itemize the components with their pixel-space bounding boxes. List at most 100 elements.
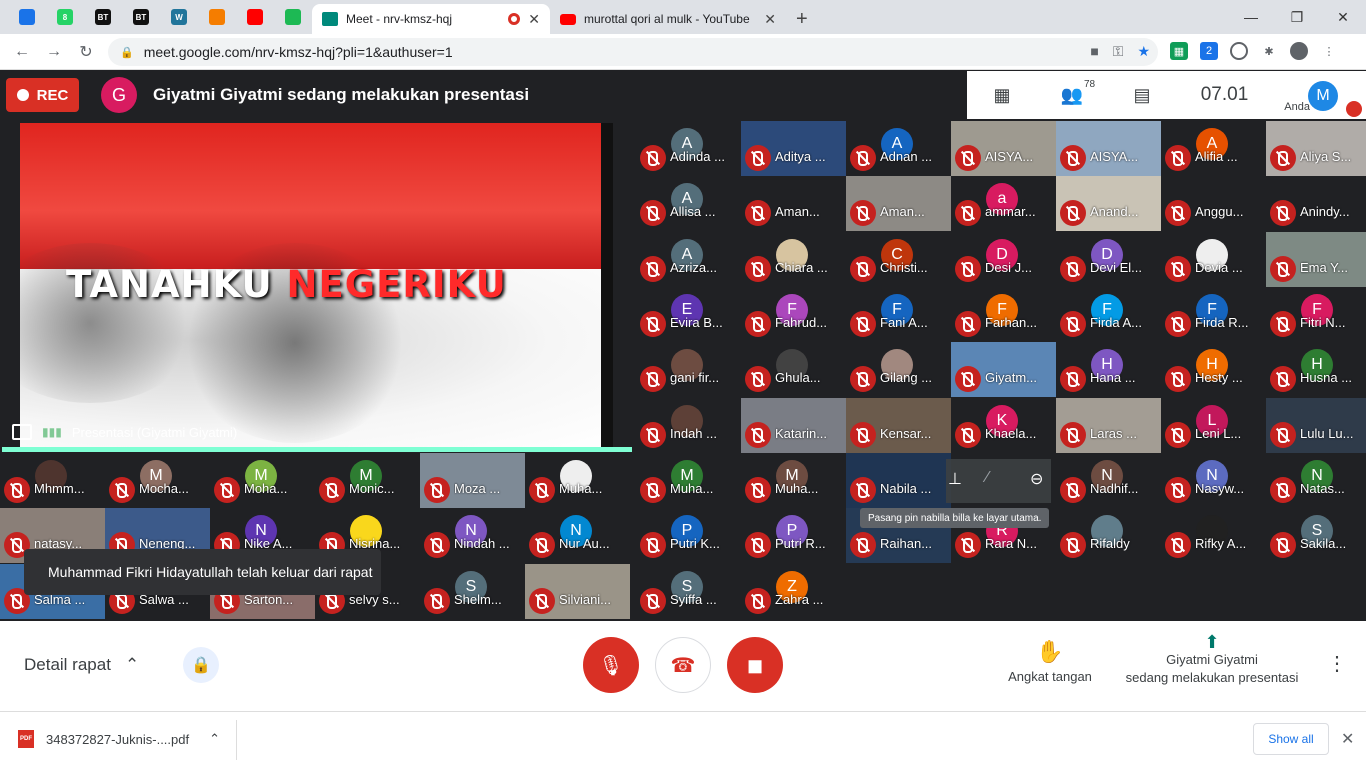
participant-tile[interactable]: Anggu... [1161,176,1266,231]
close-download-shelf-icon[interactable]: ✕ [1341,729,1354,749]
profile-avatar-icon[interactable] [1290,42,1308,60]
lock-icon[interactable]: 🔒 [120,46,134,59]
participant-tile[interactable]: Devia ... [1161,232,1266,287]
participant-tile[interactable]: Katarin... [741,398,846,453]
participant-tile[interactable]: Ghula... [741,342,846,397]
participant-tile[interactable]: M Muha... [636,453,741,508]
participant-tile[interactable]: C Christi... [846,232,951,287]
participant-tile[interactable]: H Hana ... [1056,342,1161,397]
participant-tile[interactable]: Rifaldy [1056,508,1161,563]
participant-tile[interactable]: Nabila ... [846,453,951,508]
participant-tile[interactable]: A Azriza... [636,232,741,287]
participant-tile[interactable]: F Fitri N... [1266,287,1366,342]
participant-tile[interactable]: Z Zahra ... [741,564,846,619]
close-tab-icon[interactable]: ✕ [764,11,776,28]
participant-tile[interactable]: F Firda A... [1056,287,1161,342]
participant-tile[interactable]: S Sakila... [1266,508,1366,563]
participant-tile[interactable]: Indah ... [636,398,741,453]
participant-tile[interactable]: F Farhan... [951,287,1056,342]
participant-tile[interactable]: A Alifia ... [1161,121,1266,176]
participant-tile[interactable]: D Devi El... [1056,232,1161,287]
participant-tile[interactable]: M Moha... [210,453,315,508]
participant-tile[interactable]: Aliya S... [1266,121,1366,176]
extensions-puzzle-icon[interactable]: ✱ [1260,42,1278,60]
participant-tile[interactable]: Anindy... [1266,176,1366,231]
meeting-details-button[interactable]: Detail rapat ⌃ [24,655,139,675]
raise-hand-button[interactable]: ✋ Angkat tangan [1004,639,1096,684]
participant-tile[interactable]: D Desi J... [951,232,1056,287]
new-tab-button[interactable]: + [786,4,818,34]
participant-tile[interactable]: a ammar... [951,176,1056,231]
participant-tile[interactable]: P Putri K... [636,508,741,563]
camera-permission-icon[interactable]: ■ [1090,43,1098,60]
presentation-status-button[interactable]: ⬆ Giyatmi Giyatmi sedang melakukan prese… [1120,633,1304,687]
participant-tile[interactable]: M Muha... [741,453,846,508]
remove-icon[interactable]: ⊖ [1030,469,1043,489]
participant-tile[interactable]: F Firda R... [1161,287,1266,342]
participant-tile[interactable]: H Hesty ... [1161,342,1266,397]
participant-tile[interactable]: Silviani... [525,564,630,619]
participant-tile[interactable]: K Khaela... [951,398,1056,453]
pin-icon[interactable]: ⊥ [948,469,962,489]
pinned-tab[interactable]: W [160,0,198,34]
participant-tile[interactable]: Moza ... [420,453,525,508]
participant-tile[interactable]: Mhmm... [0,453,105,508]
participant-tile[interactable]: Muha... [525,453,630,508]
screencast-icon[interactable] [1230,42,1248,60]
close-window-button[interactable]: ✕ [1320,0,1366,34]
key-icon[interactable]: ⚿ [1113,43,1124,60]
participant-tile[interactable]: A Adinda ... [636,121,741,176]
participant-tile[interactable]: H Husna ... [1266,342,1366,397]
participant-tile[interactable]: Ema Y... [1266,232,1366,287]
close-tab-icon[interactable]: ✕ [528,11,540,28]
back-button[interactable]: ← [6,43,38,61]
microphone-toggle-button[interactable]: 🎙 [583,637,639,693]
participant-tile[interactable]: E Evira B... [636,287,741,342]
chat-icon[interactable]: ▤ [1107,85,1177,106]
reload-button[interactable]: ↻ [70,42,102,62]
participant-tile[interactable]: N Nasyw... [1161,453,1266,508]
sheets-icon[interactable]: ▦ [1170,42,1188,60]
show-all-button[interactable]: Show all [1253,723,1329,755]
minimize-button[interactable]: — [1228,0,1274,34]
participant-tile[interactable]: Laras ... [1056,398,1161,453]
chevron-up-icon[interactable]: ⌃ [209,731,220,747]
layout-grid-icon[interactable]: ▦ [967,85,1037,106]
calendar-icon[interactable]: 2 [1200,42,1218,60]
participant-tile[interactable]: N Nur Au... [525,508,630,563]
forward-button[interactable]: → [38,43,70,61]
participant-tile[interactable]: M Monic... [315,453,420,508]
url-bar[interactable]: 🔒 meet.google.com/nrv-kmsz-hqj?pli=1&aut… [108,38,1158,66]
participant-tile[interactable]: A Adnan ... [846,121,951,176]
participant-tile[interactable]: gani fir... [636,342,741,397]
participant-tile[interactable]: N Nadhif... [1056,453,1161,508]
maximize-button[interactable]: ❐ [1274,0,1320,34]
participant-tile[interactable]: L Leni L... [1161,398,1266,453]
participant-tile[interactable]: N Nindah ... [420,508,525,563]
participant-tile[interactable]: AISYA... [951,121,1056,176]
pinned-tab[interactable] [8,0,46,34]
pinned-tab[interactable] [274,0,312,34]
participant-tile[interactable]: Rifky A... [1161,508,1266,563]
camera-toggle-button[interactable]: ◼ [727,637,783,693]
leave-call-button[interactable]: ☎ [655,637,711,693]
participant-tile[interactable]: Aman... [846,176,951,231]
pinned-tab[interactable]: BT [84,0,122,34]
participant-tile[interactable]: Aman... [741,176,846,231]
pinned-tab[interactable]: BT [122,0,160,34]
pinned-tab[interactable] [198,0,236,34]
participants-button[interactable]: 👥 78 [1037,79,1107,106]
host-controls-shield-icon[interactable]: 🔒 [183,647,219,683]
tab-meet[interactable]: Meet - nrv-kmsz-hqj ✕ [312,4,550,34]
bookmark-star-icon[interactable]: ★ [1137,43,1150,60]
participant-tile[interactable]: AISYA... [1056,121,1161,176]
download-item[interactable]: PDF 348372827-Juknis-....pdf ⌃ [18,730,220,748]
participant-tile[interactable]: Aditya ... [741,121,846,176]
tab-youtube[interactable]: murottal qori al mulk - YouTube ✕ [550,4,786,34]
pinned-tab[interactable]: 8 [46,0,84,34]
participant-tile[interactable]: S Shelm... [420,564,525,619]
participant-tile[interactable]: M Mocha... [105,453,210,508]
participant-tile[interactable]: F Fahrud... [741,287,846,342]
presentation-video[interactable]: TANAHKU NEGERIKU [20,123,613,447]
participant-tile[interactable]: F Fani A... [846,287,951,342]
